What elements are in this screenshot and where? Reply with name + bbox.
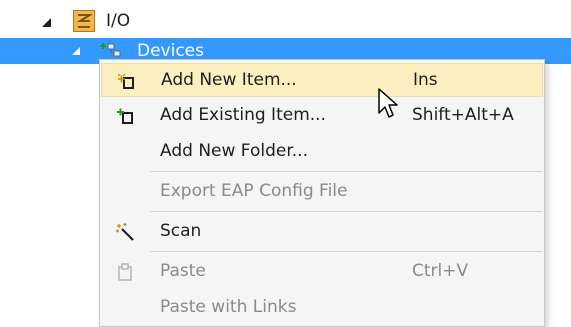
menu-separator — [150, 171, 542, 172]
menu-item-export-eap-config: Export EAP Config File — [101, 175, 543, 209]
menu-item-label: Scan — [160, 221, 202, 241]
menu-item-shortcut: Shift+Alt+A — [412, 105, 514, 125]
add-existing-item-icon — [117, 108, 133, 124]
menu-item-paste: Paste Ctrl+V — [101, 255, 543, 289]
menu-item-shortcut: Ctrl+V — [412, 261, 469, 281]
menu-item-label: Export EAP Config File — [160, 181, 348, 201]
menu-item-label: Add New Item... — [161, 70, 297, 90]
menu-separator — [150, 211, 542, 212]
io-folder-icon — [73, 10, 95, 32]
mouse-cursor-icon — [378, 88, 398, 118]
scan-wand-icon — [116, 223, 134, 241]
tree-node-io[interactable]: I/O — [0, 10, 571, 34]
tree-node-label: Devices — [137, 41, 204, 61]
menu-item-add-new-folder[interactable]: Add New Folder... — [101, 135, 543, 169]
tree-node-label: I/O — [106, 11, 131, 31]
menu-item-label: Paste with Links — [160, 297, 297, 317]
devices-icon — [100, 43, 121, 57]
menu-item-add-existing-item[interactable]: Add Existing Item... Shift+Alt+A — [101, 99, 543, 133]
menu-item-shortcut: Ins — [413, 70, 438, 90]
add-new-item-icon — [117, 73, 134, 89]
menu-item-add-new-item[interactable]: Add New Item... Ins — [101, 63, 543, 97]
menu-separator — [150, 251, 542, 252]
paste-icon — [118, 263, 132, 281]
context-menu: Add New Item... Ins Add Existing Item...… — [99, 59, 545, 327]
menu-item-label: Paste — [160, 261, 206, 281]
menu-item-paste-with-links: Paste with Links — [101, 291, 543, 325]
menu-item-label: Add New Folder... — [160, 141, 308, 161]
collapse-arrow-icon[interactable] — [42, 18, 51, 27]
menu-item-scan[interactable]: Scan — [101, 215, 543, 249]
collapse-arrow-icon[interactable] — [72, 47, 80, 55]
menu-item-label: Add Existing Item... — [160, 105, 326, 125]
